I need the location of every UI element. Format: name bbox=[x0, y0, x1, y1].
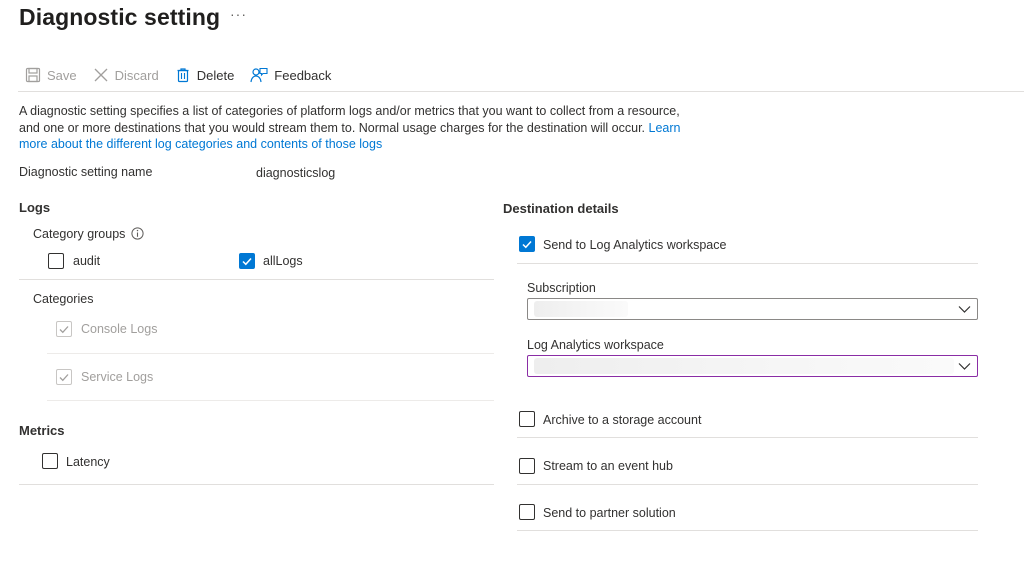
divider bbox=[517, 530, 978, 531]
partner-checkbox[interactable] bbox=[519, 504, 535, 520]
trash-icon bbox=[177, 68, 189, 83]
service-logs-label: Service Logs bbox=[81, 370, 154, 384]
info-icon[interactable] bbox=[131, 227, 144, 240]
audit-label: audit bbox=[73, 254, 101, 268]
logs-section-title: Logs bbox=[19, 200, 51, 215]
more-options-icon[interactable]: ··· bbox=[230, 6, 247, 22]
subscription-value-redacted bbox=[534, 301, 628, 317]
latency-checkbox[interactable] bbox=[42, 453, 58, 469]
audit-checkbox[interactable] bbox=[48, 253, 64, 269]
archive-checkbox[interactable] bbox=[519, 411, 535, 427]
event-hub-checkbox[interactable] bbox=[519, 458, 535, 474]
divider bbox=[19, 484, 494, 485]
console-logs-label: Console Logs bbox=[81, 322, 158, 336]
checkmark-icon bbox=[59, 326, 69, 334]
service-logs-checkbox[interactable] bbox=[56, 369, 72, 385]
subscription-dropdown[interactable] bbox=[527, 298, 978, 320]
metrics-section-title: Metrics bbox=[19, 423, 65, 438]
divider bbox=[517, 263, 978, 264]
divider bbox=[517, 484, 978, 485]
divider bbox=[47, 353, 494, 354]
workspace-value-redacted bbox=[534, 358, 954, 374]
checkmark-icon bbox=[59, 374, 69, 382]
latency-label: Latency bbox=[66, 455, 110, 469]
command-bar: Save Discard Delete Feedback bbox=[25, 64, 347, 86]
subscription-label: Subscription bbox=[527, 281, 596, 295]
chevron-down-icon bbox=[958, 363, 971, 370]
description-text: A diagnostic setting specifies a list of… bbox=[19, 104, 681, 151]
alllogs-checkbox[interactable] bbox=[239, 253, 255, 269]
checkmark-icon bbox=[522, 240, 532, 249]
category-groups-label: Category groups bbox=[33, 227, 126, 241]
divider bbox=[19, 279, 494, 280]
categories-label: Categories bbox=[33, 292, 94, 306]
event-hub-label: Stream to an event hub bbox=[543, 459, 673, 473]
chevron-down-icon bbox=[958, 306, 971, 313]
delete-button[interactable]: Delete bbox=[175, 67, 235, 83]
divider bbox=[517, 437, 978, 438]
feedback-icon bbox=[250, 67, 268, 83]
save-icon bbox=[25, 67, 41, 83]
divider bbox=[47, 400, 494, 401]
setting-name-value: diagnosticslog bbox=[256, 166, 336, 180]
feedback-label: Feedback bbox=[274, 67, 332, 83]
setting-name-label: Diagnostic setting name bbox=[19, 165, 153, 179]
log-analytics-checkbox[interactable] bbox=[519, 236, 535, 252]
discard-label: Discard bbox=[114, 67, 159, 83]
toolbar-divider bbox=[18, 91, 1024, 92]
workspace-dropdown[interactable] bbox=[527, 355, 978, 377]
partner-label: Send to partner solution bbox=[543, 506, 676, 520]
close-icon bbox=[94, 68, 108, 82]
page-title: Diagnostic setting bbox=[19, 4, 221, 30]
delete-label: Delete bbox=[196, 67, 235, 83]
alllogs-label: allLogs bbox=[263, 254, 303, 268]
workspace-label: Log Analytics workspace bbox=[527, 338, 664, 352]
discard-button[interactable]: Discard bbox=[93, 67, 159, 83]
save-label: Save bbox=[47, 67, 77, 83]
feedback-button[interactable]: Feedback bbox=[250, 67, 331, 83]
log-analytics-label: Send to Log Analytics workspace bbox=[543, 238, 727, 252]
archive-label: Archive to a storage account bbox=[543, 413, 702, 427]
checkmark-icon bbox=[242, 257, 252, 266]
console-logs-checkbox[interactable] bbox=[56, 321, 72, 337]
save-button[interactable]: Save bbox=[25, 67, 77, 83]
destination-section-title: Destination details bbox=[503, 201, 619, 216]
